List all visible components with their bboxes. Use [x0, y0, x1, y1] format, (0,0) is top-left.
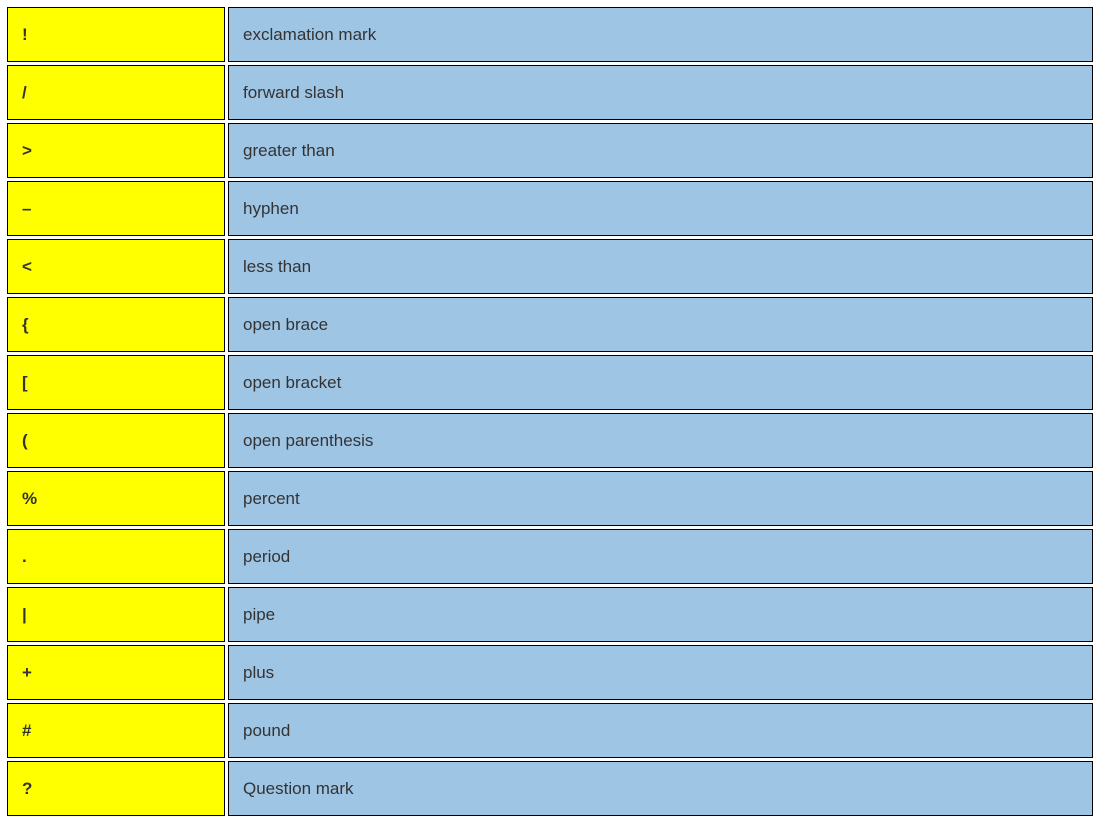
table-row: # pound [7, 703, 1093, 758]
symbol-cell: + [7, 645, 225, 700]
table-row: . period [7, 529, 1093, 584]
table-row: + plus [7, 645, 1093, 700]
name-cell: hyphen [228, 181, 1093, 236]
symbol-cell: ! [7, 7, 225, 62]
table-row: | pipe [7, 587, 1093, 642]
symbol-cell: . [7, 529, 225, 584]
symbols-table: ! exclamation mark / forward slash > gre… [4, 4, 1096, 819]
table-row: / forward slash [7, 65, 1093, 120]
table-row: % percent [7, 471, 1093, 526]
symbol-cell: > [7, 123, 225, 178]
table-row: ! exclamation mark [7, 7, 1093, 62]
name-cell: pipe [228, 587, 1093, 642]
table-row: { open brace [7, 297, 1093, 352]
symbols-table-body: ! exclamation mark / forward slash > gre… [7, 7, 1093, 816]
table-row: < less than [7, 239, 1093, 294]
symbol-cell: ? [7, 761, 225, 816]
symbol-cell: % [7, 471, 225, 526]
symbol-cell: / [7, 65, 225, 120]
table-row: ? Question mark [7, 761, 1093, 816]
name-cell: exclamation mark [228, 7, 1093, 62]
name-cell: greater than [228, 123, 1093, 178]
name-cell: plus [228, 645, 1093, 700]
name-cell: pound [228, 703, 1093, 758]
symbol-cell: [ [7, 355, 225, 410]
symbol-cell: { [7, 297, 225, 352]
name-cell: open bracket [228, 355, 1093, 410]
table-row: > greater than [7, 123, 1093, 178]
symbol-cell: – [7, 181, 225, 236]
name-cell: percent [228, 471, 1093, 526]
table-row: [ open bracket [7, 355, 1093, 410]
name-cell: open brace [228, 297, 1093, 352]
name-cell: forward slash [228, 65, 1093, 120]
symbol-cell: ( [7, 413, 225, 468]
table-row: – hyphen [7, 181, 1093, 236]
symbol-cell: | [7, 587, 225, 642]
name-cell: Question mark [228, 761, 1093, 816]
table-row: ( open parenthesis [7, 413, 1093, 468]
name-cell: open parenthesis [228, 413, 1093, 468]
symbol-cell: < [7, 239, 225, 294]
name-cell: less than [228, 239, 1093, 294]
name-cell: period [228, 529, 1093, 584]
symbol-cell: # [7, 703, 225, 758]
